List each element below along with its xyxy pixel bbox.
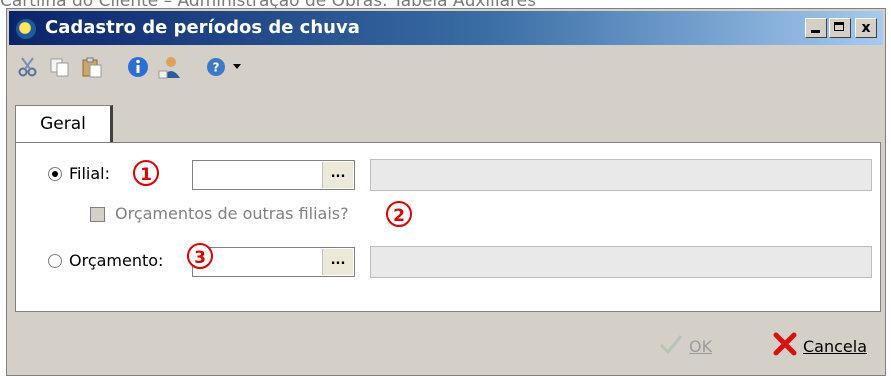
user-icon[interactable] bbox=[157, 54, 183, 80]
window-title: Cadastro de períodos de chuva bbox=[45, 17, 360, 38]
title-bar[interactable]: Cadastro de períodos de chuva x bbox=[9, 11, 883, 45]
cancel-label: Cancela bbox=[803, 336, 868, 356]
tab-geral[interactable]: Geral bbox=[15, 105, 113, 143]
outras-filiais-checkbox[interactable] bbox=[90, 207, 105, 222]
annotation-3: 3 bbox=[187, 243, 213, 269]
chevron-down-icon[interactable] bbox=[231, 54, 243, 80]
maximize-button[interactable] bbox=[829, 18, 851, 38]
orcamento-label: Orçamento: bbox=[69, 251, 164, 270]
filial-label: Filial: bbox=[69, 164, 111, 183]
filial-radio[interactable] bbox=[48, 167, 62, 181]
paste-icon[interactable] bbox=[79, 54, 105, 80]
ok-label: OK bbox=[689, 336, 713, 356]
orcamento-radio[interactable] bbox=[48, 254, 62, 268]
annotation-2: 2 bbox=[386, 201, 412, 227]
help-icon[interactable]: ? bbox=[203, 54, 229, 80]
orcamento-input[interactable]: ... bbox=[192, 247, 355, 277]
filial-description-field bbox=[370, 159, 872, 191]
app-icon bbox=[15, 18, 37, 40]
minimize-button[interactable] bbox=[805, 18, 827, 38]
scissors-icon[interactable] bbox=[15, 54, 41, 80]
window-controls: x bbox=[805, 18, 877, 38]
ok-button[interactable]: OK bbox=[659, 331, 731, 361]
filial-lookup-button[interactable]: ... bbox=[322, 162, 353, 188]
cancel-x-icon bbox=[773, 332, 797, 360]
orcamento-description-field bbox=[370, 246, 872, 278]
cancel-button[interactable]: Cancela bbox=[773, 331, 879, 361]
dialog-footer: OK Cancela bbox=[9, 321, 883, 371]
copy-icon[interactable] bbox=[47, 54, 73, 80]
dialog-window: Cadastro de períodos de chuva x ? Geral … bbox=[6, 8, 886, 376]
checkmark-icon bbox=[659, 333, 683, 359]
annotation-1: 1 bbox=[133, 160, 159, 186]
outras-filiais-label: Orçamentos de outras filiais? bbox=[115, 204, 349, 223]
orcamento-lookup-button[interactable]: ... bbox=[322, 249, 353, 275]
tab-panel-geral: Filial: 1 ... Orçamentos de outras filia… bbox=[15, 142, 881, 312]
filial-input[interactable]: ... bbox=[192, 160, 355, 190]
toolbar: ? bbox=[9, 47, 883, 87]
svg-text:?: ? bbox=[213, 61, 220, 75]
close-button[interactable]: x bbox=[855, 18, 877, 38]
info-icon[interactable] bbox=[125, 54, 151, 80]
